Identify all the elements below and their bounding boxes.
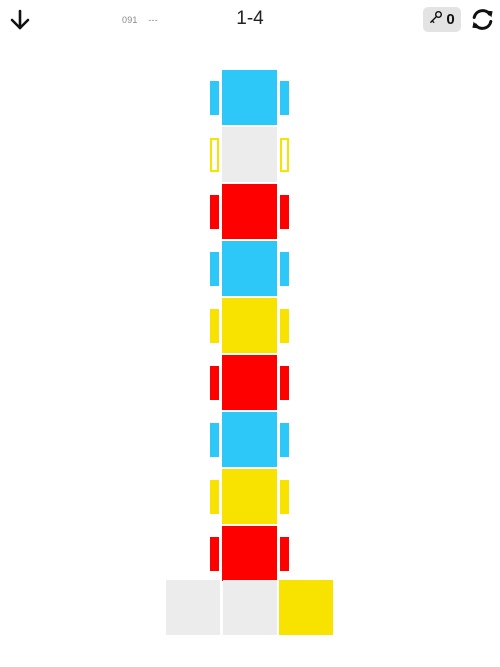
tower-block-yellow[interactable]: [222, 469, 277, 524]
block-tab-right: [280, 251, 289, 286]
block-tab-right: [280, 137, 289, 172]
block-tab-right: [280, 308, 289, 343]
block-tab-left: [210, 80, 219, 115]
tower-block-blue[interactable]: [222, 412, 277, 467]
tower-block-red[interactable]: [222, 184, 277, 239]
block-tab-left: [210, 137, 219, 172]
game-screen: 091 --- 1-4 0: [0, 0, 500, 667]
counter-extra: ---: [148, 15, 158, 25]
block-tab-left: [210, 365, 219, 400]
block-tab-left: [210, 251, 219, 286]
refresh-icon[interactable]: [469, 6, 496, 33]
block-tab-right: [280, 422, 289, 457]
level-title: 1-4: [236, 8, 264, 29]
tower-block-blue[interactable]: [222, 241, 277, 296]
counter-number: 091: [122, 15, 138, 25]
tower-block-red[interactable]: [222, 526, 277, 581]
tower-block-red[interactable]: [222, 355, 277, 410]
key-counter-button[interactable]: 0: [423, 7, 461, 32]
base-slot-empty[interactable]: [222, 580, 277, 635]
tower-block-blue[interactable]: [222, 70, 277, 125]
block-tab-right: [280, 479, 289, 514]
key-count: 0: [446, 11, 455, 28]
block-tab-right: [280, 80, 289, 115]
block-tab-right: [280, 365, 289, 400]
move-counter: 091 ---: [122, 15, 158, 25]
block-tab-right: [280, 194, 289, 229]
block-tab-left: [210, 536, 219, 571]
key-icon: [429, 10, 443, 29]
tower-block-empty[interactable]: [222, 127, 277, 182]
arrow-down-icon[interactable]: [8, 8, 32, 32]
base-slot-yellow[interactable]: [279, 580, 333, 635]
block-tab-right: [280, 536, 289, 571]
block-tab-left: [210, 422, 219, 457]
base-slot-empty[interactable]: [166, 580, 220, 635]
tower-block-yellow[interactable]: [222, 298, 277, 353]
block-tab-left: [210, 194, 219, 229]
block-tab-left: [210, 308, 219, 343]
block-tab-left: [210, 479, 219, 514]
